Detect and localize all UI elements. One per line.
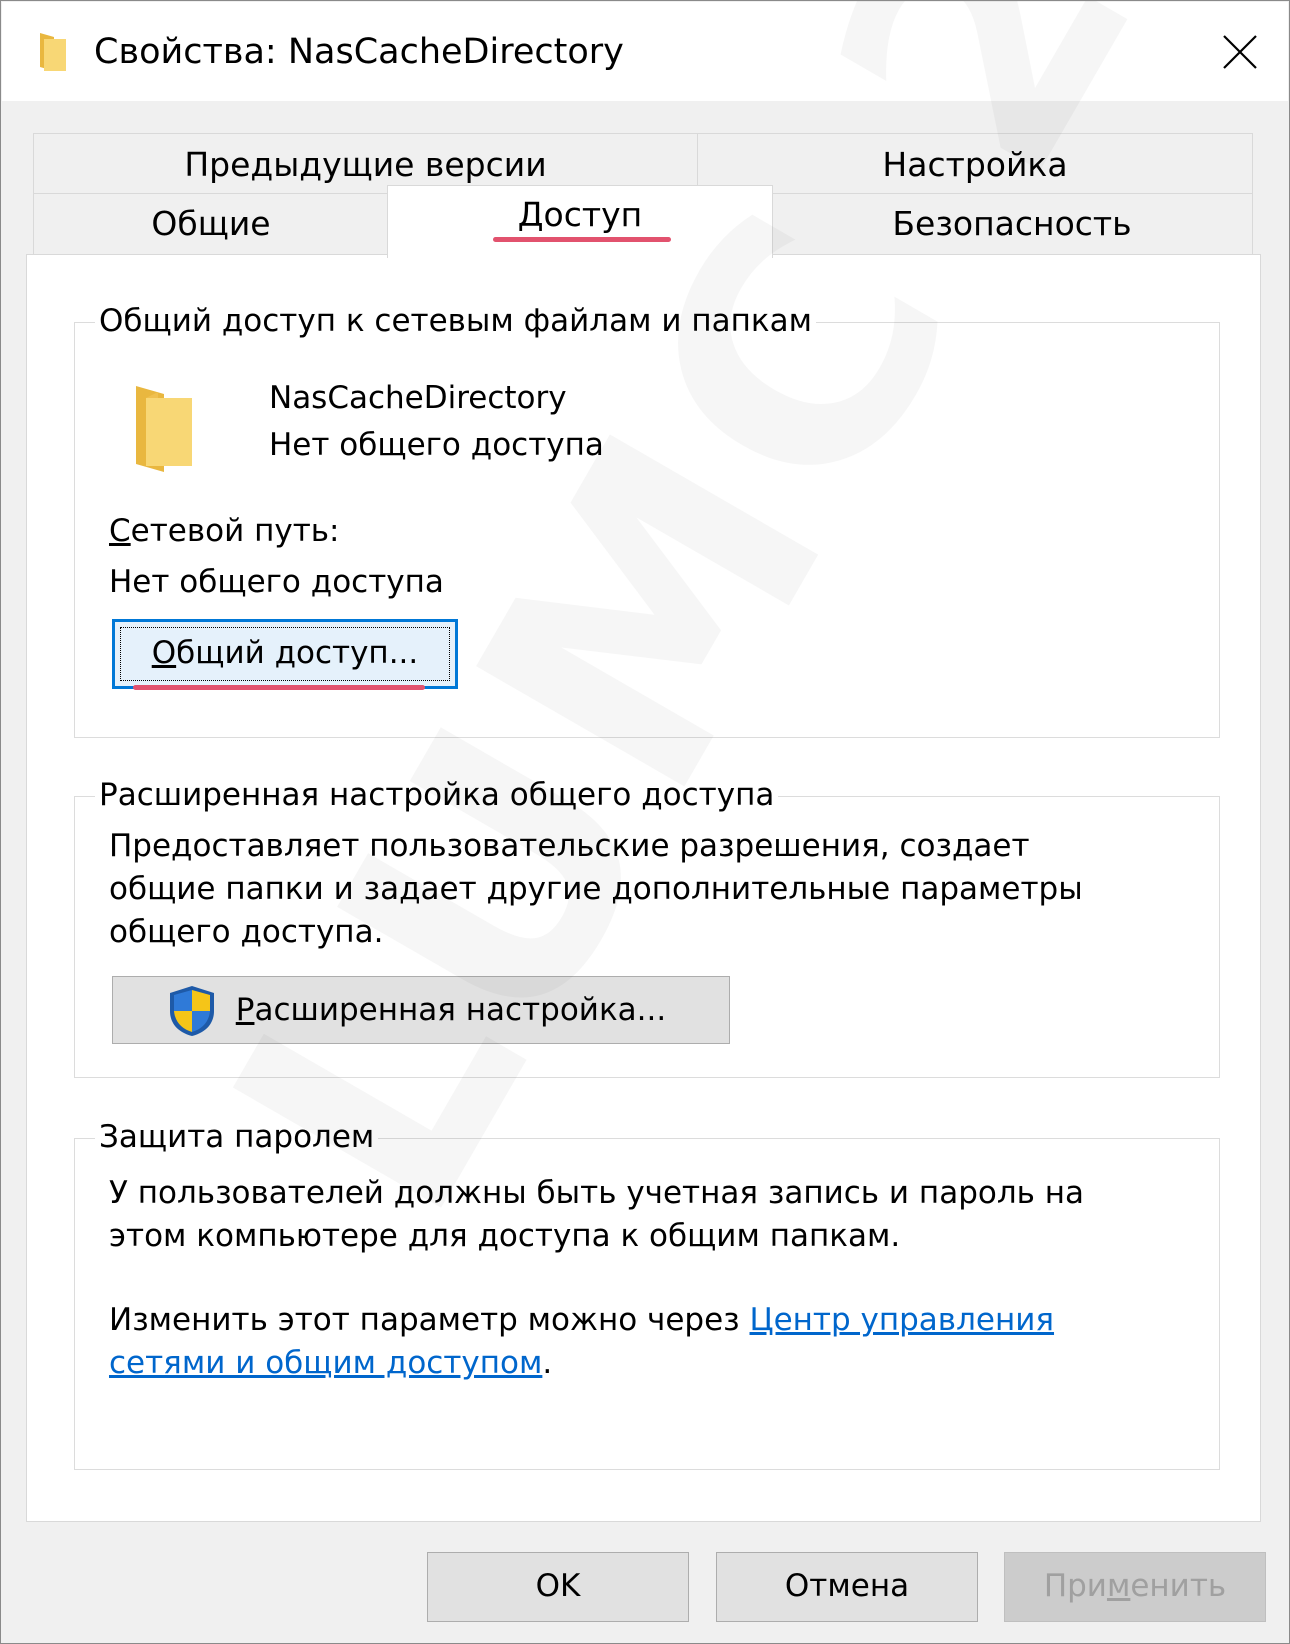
annotation-underline-share [133,685,425,690]
change-setting-suffix: . [542,1345,553,1381]
password-description-line-1: У пользователей должны быть учетная запи… [109,1175,1085,1211]
password-description-line-2: этом компьютере для доступа к общим папк… [109,1218,901,1254]
apply-button[interactable]: Применить [1004,1552,1266,1622]
password-protection-group: Защита паролем У пользователей должны бы… [74,1113,1220,1470]
folder-share-status: Нет общего доступа [269,427,604,463]
tab-content-panel: Общий доступ к сетевым файлам и папкам N… [26,254,1261,1522]
tab-sharing-label: Доступ [517,195,643,234]
focus-rect [120,627,450,681]
network-path-label-rest: етевой путь: [130,513,340,549]
tab-sharing[interactable]: Доступ [387,185,773,258]
apply-label-accel: м [1106,1568,1131,1604]
folder-icon [40,33,66,71]
folder-large-icon [136,386,192,472]
tab-security[interactable]: Безопасность [771,193,1253,255]
close-button[interactable] [1192,2,1288,101]
network-center-link-part-1[interactable]: Центр управления [750,1302,1055,1338]
advanced-description-line-3: общего доступа. [109,914,384,950]
properties-dialog: Свойства: NasCacheDirectory Предыдущие в… [0,0,1290,1644]
advanced-description-line-1: Предоставляет пользовательские разрешени… [109,828,1030,864]
apply-label-c: енить [1130,1568,1227,1604]
close-icon [1223,35,1257,69]
tab-customize[interactable]: Настройка [697,133,1253,195]
advanced-description-line-2: общие папки и задает другие дополнительн… [109,871,1083,907]
tab-general[interactable]: Общие [33,193,389,255]
change-setting-line-2: сетями и общим доступом. [109,1342,552,1385]
network-path-value: Нет общего доступа [109,564,444,600]
annotation-underline-tab [493,237,671,242]
advanced-sharing-group-label: Расширенная настройка общего доступа [95,771,779,819]
folder-name: NasCacheDirectory [269,380,567,416]
title-bar[interactable]: Свойства: NasCacheDirectory [2,2,1288,101]
password-protection-group-label: Защита паролем [95,1113,379,1161]
apply-label-a: При [1043,1568,1107,1604]
change-setting-line-1: Изменить этот параметр можно через Центр… [109,1299,1054,1342]
advanced-sharing-group: Расширенная настройка общего доступа Пре… [74,771,1220,1078]
network-path-label-accel: С [109,513,131,549]
ok-button[interactable]: OK [427,1552,689,1622]
change-setting-prefix: Изменить этот параметр можно через [109,1302,750,1338]
network-share-group-label: Общий доступ к сетевым файлам и папкам [95,297,816,345]
advanced-sharing-button[interactable]: Расширенная настройка... [112,976,730,1044]
uac-shield-icon [170,986,214,1036]
share-button[interactable]: Общий доступ... [112,619,458,689]
window-title: Свойства: NasCacheDirectory [94,32,624,72]
advanced-button-label-rest: асширенная настройка... [254,992,667,1028]
cancel-button[interactable]: Отмена [716,1552,978,1622]
network-share-group: Общий доступ к сетевым файлам и папкам N… [74,297,1220,738]
advanced-button-accel: Р [235,992,255,1028]
network-center-link-part-2[interactable]: сетями и общим доступом [109,1345,542,1381]
network-path-label: Сетевой путь: [109,510,339,553]
